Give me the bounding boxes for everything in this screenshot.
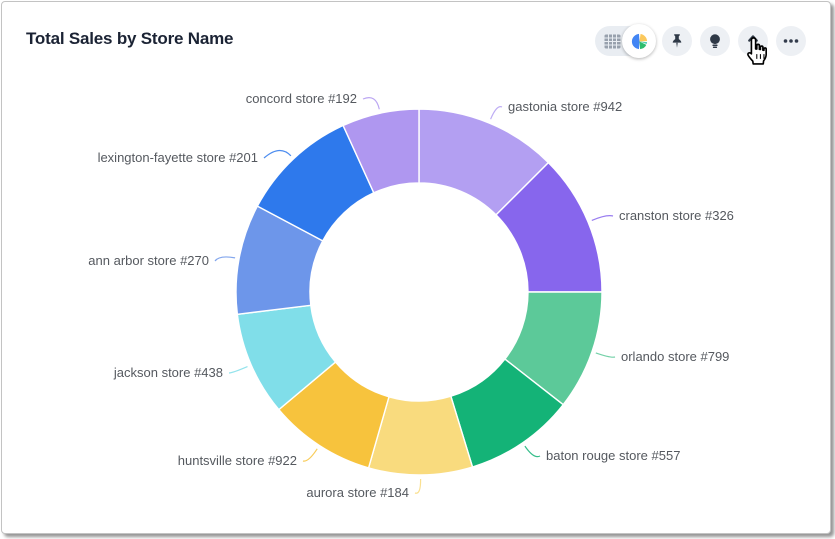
label-leader-line [215, 257, 235, 261]
donut-chart: gastonia store #942 cranston store #326 or… [1, 1, 831, 534]
label-leader-line [303, 449, 317, 461]
slice-label: gastonia store #942 [508, 99, 622, 114]
slice-label: ann arbor store #270 [88, 253, 209, 268]
label-leader-line [592, 216, 613, 221]
label-leader-line [363, 98, 379, 110]
chart-card: Total Sales by Store Name [1, 1, 831, 534]
label-leader-line [491, 107, 502, 120]
slice-label: concord store #192 [246, 91, 357, 106]
slice-label: huntsville store #922 [178, 453, 297, 468]
slice-label: baton rouge store #557 [546, 448, 680, 463]
label-leader-line [229, 367, 248, 373]
slice-label: orlando store #799 [621, 349, 729, 364]
label-leader-line [596, 353, 615, 357]
label-leader-line [525, 446, 540, 457]
slice-label: aurora store #184 [306, 485, 409, 500]
slice-label: jackson store #438 [113, 365, 223, 380]
slice-label: cranston store #326 [619, 208, 734, 223]
label-leader-line [415, 479, 421, 493]
label-leader-line [264, 150, 291, 158]
slice-label: lexington-fayette store #201 [98, 150, 258, 165]
